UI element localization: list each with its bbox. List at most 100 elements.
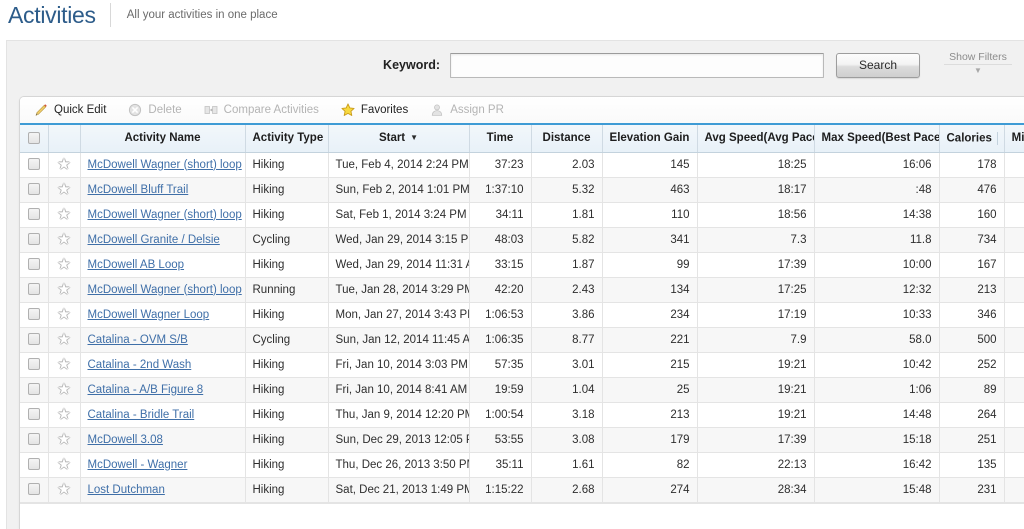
- column-header-type[interactable]: Activity Type: [245, 125, 329, 153]
- row-checkbox-cell[interactable]: [20, 252, 49, 278]
- row-checkbox-cell[interactable]: [20, 352, 49, 378]
- row-favorite-cell[interactable]: ★: [48, 377, 81, 403]
- activity-name-link[interactable]: Catalina - A/B Figure 8: [88, 384, 204, 396]
- column-header-maxspeed[interactable]: Max Speed(Best Pace): [814, 125, 940, 153]
- assign-pr-button[interactable]: Assign PR: [430, 103, 504, 117]
- row-checkbox-cell[interactable]: [20, 427, 49, 453]
- column-header-avgspeed[interactable]: Avg Speed(Avg Pace): [697, 125, 815, 153]
- favorite-star-icon[interactable]: ★: [57, 407, 70, 422]
- row-checkbox[interactable]: [27, 233, 40, 246]
- favorite-star-icon[interactable]: ★: [57, 232, 70, 247]
- column-header-elevation[interactable]: Elevation Gain: [602, 125, 698, 153]
- activity-name-link[interactable]: McDowell Wagner Loop: [88, 309, 210, 321]
- show-filters-toggle[interactable]: Show Filters ▼: [942, 51, 1014, 75]
- row-checkbox[interactable]: [27, 158, 40, 171]
- activity-name-link[interactable]: McDowell Bluff Trail: [88, 184, 189, 196]
- row-favorite-cell[interactable]: ★: [48, 402, 81, 428]
- table-row[interactable]: ★ Catalina - A/B Figure 8 Hiking Fri, Jan 1…: [20, 377, 1024, 403]
- activity-name-link[interactable]: Catalina - 2nd Wash: [88, 359, 192, 371]
- row-favorite-cell[interactable]: ★: [48, 152, 81, 178]
- row-checkbox[interactable]: [27, 433, 40, 446]
- quick-edit-button[interactable]: Quick Edit: [34, 103, 106, 117]
- table-row[interactable]: ★ McDowell 3.08 Hiking Sun, Dec 29, 2013 12…: [20, 427, 1024, 453]
- table-row[interactable]: ★ McDowell Wagner Loop Hiking Mon, Jan 27, …: [20, 302, 1024, 328]
- table-row[interactable]: ★ Lost Dutchman Hiking Sat, Dec 21, 2013 1:…: [20, 477, 1024, 503]
- column-header-calories[interactable]: Calories▼: [939, 125, 1005, 153]
- favorite-star-icon[interactable]: ★: [57, 182, 70, 197]
- table-row[interactable]: ★ McDowell Wagner (short) loop Running Tue,…: [20, 277, 1024, 303]
- select-all-checkbox[interactable]: [27, 132, 40, 145]
- row-checkbox[interactable]: [27, 458, 40, 471]
- row-checkbox-cell[interactable]: [20, 177, 49, 203]
- activity-name-link[interactable]: Catalina - Bridle Trail: [88, 409, 195, 421]
- table-row[interactable]: ★ McDowell - Wagner Hiking Thu, Dec 26, 201…: [20, 452, 1024, 478]
- row-checkbox[interactable]: [27, 358, 40, 371]
- row-checkbox[interactable]: [27, 383, 40, 396]
- table-row[interactable]: ★ McDowell Wagner (short) loop Hiking Sat, …: [20, 202, 1024, 228]
- row-checkbox[interactable]: [27, 308, 40, 321]
- favorite-star-icon[interactable]: ★: [57, 432, 70, 447]
- column-header-start[interactable]: Start ▼: [328, 125, 470, 153]
- column-header-time[interactable]: Time: [469, 125, 532, 153]
- table-row[interactable]: ★ McDowell Wagner (short) loop Hiking Tue, …: [20, 152, 1024, 178]
- row-checkbox-cell[interactable]: [20, 402, 49, 428]
- keyword-input[interactable]: [450, 52, 824, 78]
- row-checkbox-cell[interactable]: [20, 302, 49, 328]
- activity-name-link[interactable]: McDowell Granite / Delsie: [88, 234, 220, 246]
- activity-name-link[interactable]: McDowell - Wagner: [88, 459, 188, 471]
- table-row[interactable]: ★ Catalina - Bridle Trail Hiking Thu, Jan 9…: [20, 402, 1024, 428]
- activity-name-link[interactable]: McDowell Wagner (short) loop: [88, 284, 242, 296]
- row-checkbox-cell[interactable]: [20, 277, 49, 303]
- row-checkbox[interactable]: [27, 258, 40, 271]
- delete-button[interactable]: Delete: [128, 103, 182, 117]
- row-favorite-cell[interactable]: ★: [48, 277, 81, 303]
- column-header-min[interactable]: Mi: [1004, 125, 1024, 153]
- row-favorite-cell[interactable]: ★: [48, 252, 81, 278]
- activity-name-link[interactable]: Catalina - OVM S/B: [88, 334, 188, 346]
- row-favorite-cell[interactable]: ★: [48, 477, 81, 503]
- favorite-star-icon[interactable]: ★: [57, 307, 70, 322]
- favorite-star-icon[interactable]: ★: [57, 207, 70, 222]
- row-favorite-cell[interactable]: ★: [48, 227, 81, 253]
- row-checkbox-cell[interactable]: [20, 152, 49, 178]
- favorite-star-icon[interactable]: ★: [57, 282, 70, 297]
- row-checkbox[interactable]: [27, 333, 40, 346]
- row-checkbox[interactable]: [27, 183, 40, 196]
- favorite-star-icon[interactable]: ★: [57, 257, 70, 272]
- favorite-star-icon[interactable]: ★: [57, 382, 70, 397]
- favorite-star-icon[interactable]: ★: [57, 157, 70, 172]
- column-header-name[interactable]: Activity Name: [80, 125, 246, 153]
- row-checkbox-cell[interactable]: [20, 377, 49, 403]
- row-favorite-cell[interactable]: ★: [48, 202, 81, 228]
- activity-name-link[interactable]: McDowell Wagner (short) loop: [88, 159, 242, 171]
- favorite-star-icon[interactable]: ★: [57, 332, 70, 347]
- row-favorite-cell[interactable]: ★: [48, 352, 81, 378]
- table-row[interactable]: ★ McDowell Granite / Delsie Cycling Wed, Ja…: [20, 227, 1024, 253]
- row-checkbox-cell[interactable]: [20, 227, 49, 253]
- row-checkbox-cell[interactable]: [20, 327, 49, 353]
- row-checkbox-cell[interactable]: [20, 477, 49, 503]
- activity-name-link[interactable]: Lost Dutchman: [88, 484, 165, 496]
- activity-name-link[interactable]: McDowell AB Loop: [88, 259, 185, 271]
- compare-activities-button[interactable]: Compare Activities: [204, 103, 319, 117]
- row-checkbox[interactable]: [27, 283, 40, 296]
- row-favorite-cell[interactable]: ★: [48, 327, 81, 353]
- column-header-check[interactable]: [20, 125, 49, 153]
- row-favorite-cell[interactable]: ★: [48, 452, 81, 478]
- table-row[interactable]: ★ McDowell AB Loop Hiking Wed, Jan 29, 2014…: [20, 252, 1024, 278]
- favorite-star-icon[interactable]: ★: [57, 357, 70, 372]
- row-favorite-cell[interactable]: ★: [48, 302, 81, 328]
- row-favorite-cell[interactable]: ★: [48, 177, 81, 203]
- row-checkbox[interactable]: [27, 408, 40, 421]
- search-button[interactable]: Search: [836, 52, 920, 78]
- row-favorite-cell[interactable]: ★: [48, 427, 81, 453]
- table-row[interactable]: ★ McDowell Bluff Trail Hiking Sun, Feb 2, 2…: [20, 177, 1024, 203]
- table-row[interactable]: ★ Catalina - 2nd Wash Hiking Fri, Jan 10, 2…: [20, 352, 1024, 378]
- table-row[interactable]: ★ Catalina - OVM S/B Cycling Sun, Jan 12, 2…: [20, 327, 1024, 353]
- row-checkbox[interactable]: [27, 483, 40, 496]
- row-checkbox-cell[interactable]: [20, 452, 49, 478]
- column-header-distance[interactable]: Distance: [531, 125, 603, 153]
- favorite-star-icon[interactable]: ★: [57, 482, 70, 497]
- column-header-star[interactable]: [48, 125, 81, 153]
- activity-name-link[interactable]: McDowell Wagner (short) loop: [88, 209, 242, 221]
